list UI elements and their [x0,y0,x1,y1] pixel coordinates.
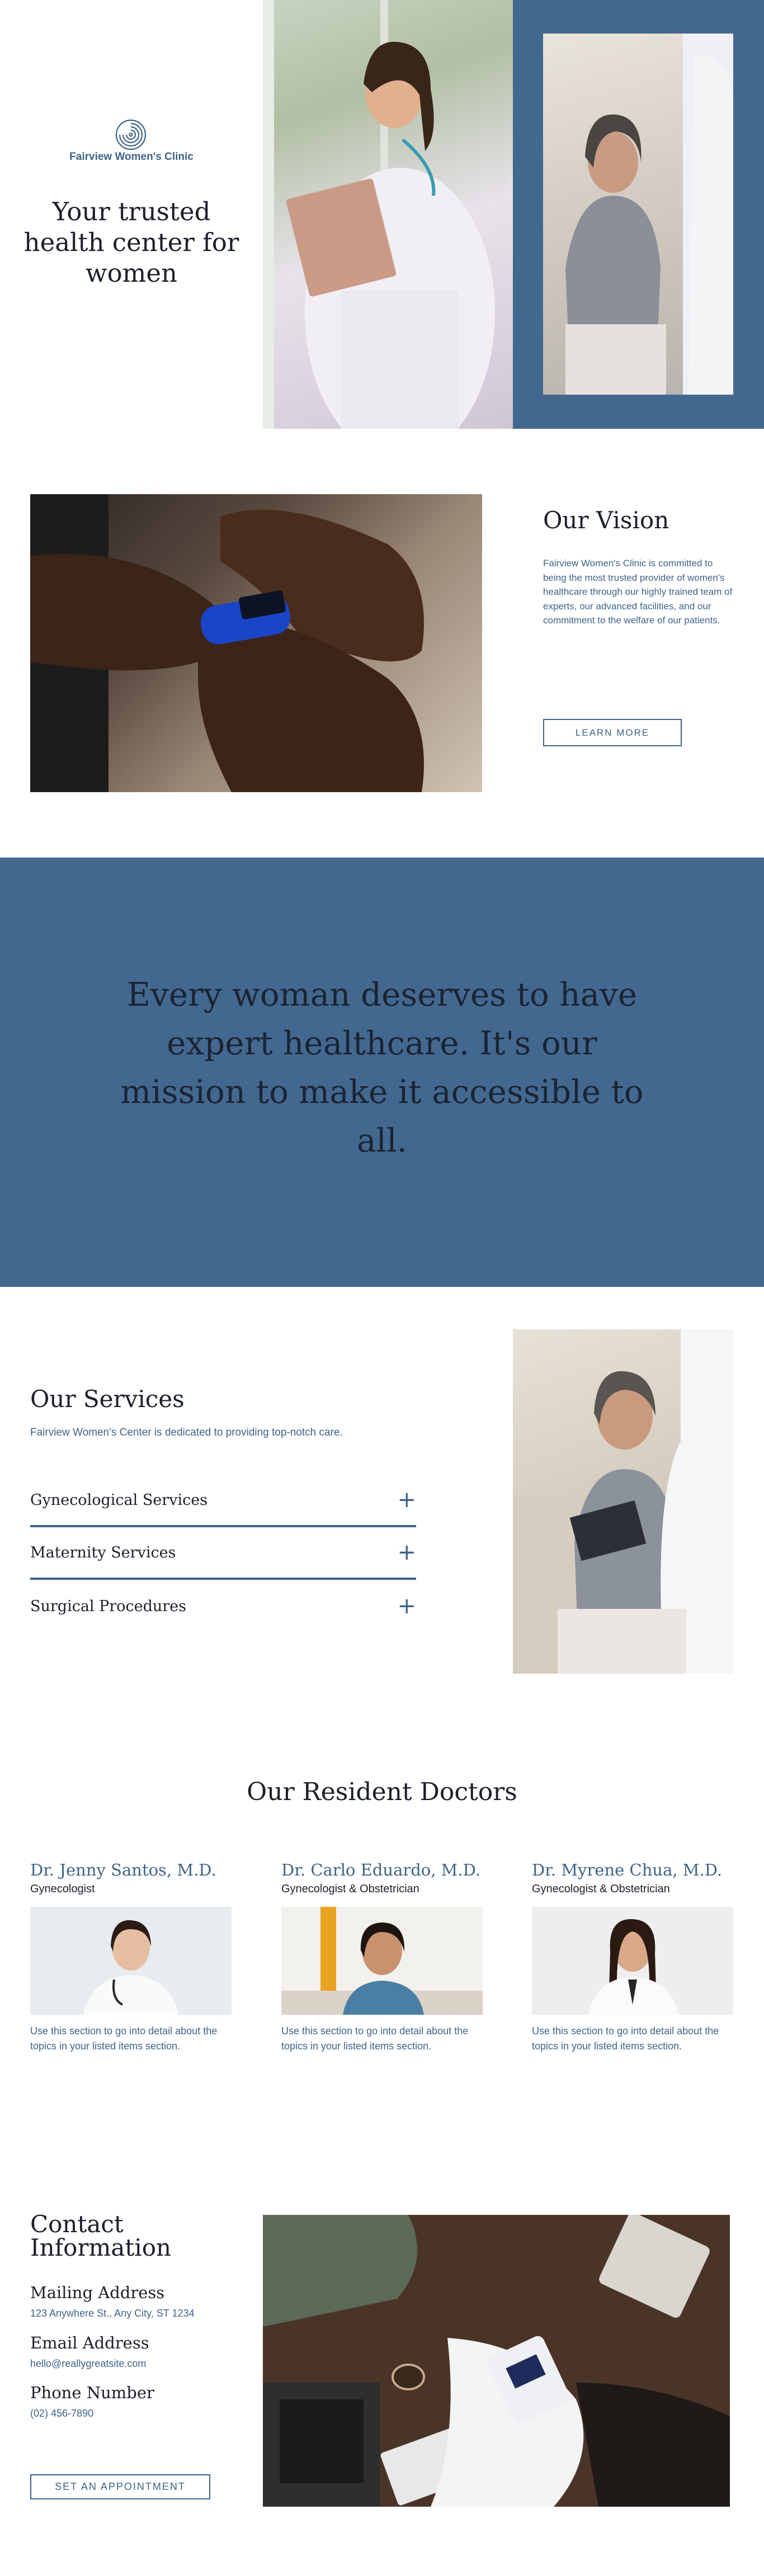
plus-icon[interactable]: + [397,1489,416,1511]
patient-consultation-photo [543,34,733,395]
doctor-description: Use this section to go into detail about… [30,2025,218,2052]
email-address-label: Email Address [30,2333,149,2352]
doctor-photo [532,1907,733,2015]
patient-with-doctor-photo [513,1329,733,1674]
set-appointment-button[interactable]: SET AN APPOINTMENT [30,2474,210,2499]
plus-icon[interactable]: + [397,1541,416,1564]
doctor-name: Dr. Carlo Eduardo, M.D. [281,1860,481,1879]
learn-more-button[interactable]: LEARN MORE [543,719,682,746]
doctor-role: Gynecologist [30,1883,95,1895]
doctor-role: Gynecologist & Obstetrician [281,1883,419,1895]
service-item-gynecological[interactable]: Gynecological Services + [30,1475,416,1527]
service-item-surgical[interactable]: Surgical Procedures + [30,1580,416,1632]
service-item-label: Surgical Procedures [30,1597,186,1615]
doctor-photo [30,1907,232,2015]
doctor-description: Use this section to go into detail about… [281,2025,469,2052]
doctors-title: Our Resident Doctors [247,1778,517,1806]
doctor-card: Dr. Myrene Chua, M.D. Gynecologist & Obs… [532,1860,733,2054]
email-address-value[interactable]: hello@reallygreatsite.com [30,2358,146,2370]
services-title: Our Services [30,1385,185,1413]
doctor-card: Dr. Carlo Eduardo, M.D. Gynecologist & O… [281,1860,483,2054]
service-item-maternity[interactable]: Maternity Services + [30,1527,416,1580]
mailing-address-label: Mailing Address [30,2283,165,2302]
hero-title: Your trusted health center for women [23,197,239,288]
phone-number-value[interactable]: (02) 456-7890 [30,2408,93,2419]
service-item-label: Maternity Services [30,1543,176,1561]
doctor-name: Dr. Myrene Chua, M.D. [532,1860,723,1879]
doctor-name: Dr. Jenny Santos, M.D. [30,1860,216,1879]
vision-body: Fairview Women's Clinic is committed to … [543,558,733,626]
mailing-address-value: 123 Anywhere St., Any City, ST 1234 [30,2308,195,2319]
blood-pressure-check-photo [263,2215,730,2507]
pulse-oximeter-photo [30,494,482,792]
doctor-role: Gynecologist & Obstetrician [532,1883,670,1895]
doctor-with-clipboard-photo [263,0,513,429]
service-item-label: Gynecological Services [30,1491,208,1509]
fingerprint-spiral-icon [115,119,147,150]
services-subtitle: Fairview Women's Center is dedicated to … [30,1427,343,1438]
doctor-photo [281,1907,483,2015]
contact-title: Contact Information [30,2210,172,2261]
vision-title: Our Vision [543,506,669,534]
mission-statement: Every woman deserves to have expert heal… [120,976,644,1159]
plus-icon[interactable]: + [397,1595,416,1617]
phone-number-label: Phone Number [30,2383,154,2402]
clinic-name[interactable]: Fairview Women's Clinic [0,151,263,163]
doctor-description: Use this section to go into detail about… [532,2025,719,2052]
doctor-card: Dr. Jenny Santos, M.D. Gynecologist Use … [30,1860,232,2054]
